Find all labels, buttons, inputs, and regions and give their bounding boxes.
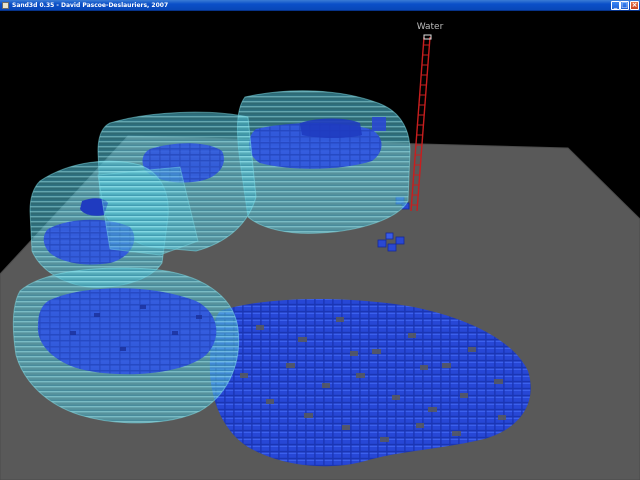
app-window: Sand3d 0.35 - David Pascoe-Deslauriers, … bbox=[0, 0, 640, 480]
sand-scene[interactable]: Water bbox=[0, 11, 640, 480]
window-title: Sand3d 0.35 - David Pascoe-Deslauriers, … bbox=[12, 2, 169, 9]
title-bar[interactable]: Sand3d 0.35 - David Pascoe-Deslauriers, … bbox=[0, 0, 640, 11]
3d-viewport[interactable]: Water bbox=[0, 11, 640, 480]
minimize-button[interactable]: _ bbox=[611, 1, 620, 10]
material-label: Water bbox=[417, 22, 444, 32]
maximize-button[interactable]: □ bbox=[620, 1, 629, 10]
app-icon[interactable] bbox=[2, 2, 9, 9]
close-button[interactable]: × bbox=[630, 1, 639, 10]
